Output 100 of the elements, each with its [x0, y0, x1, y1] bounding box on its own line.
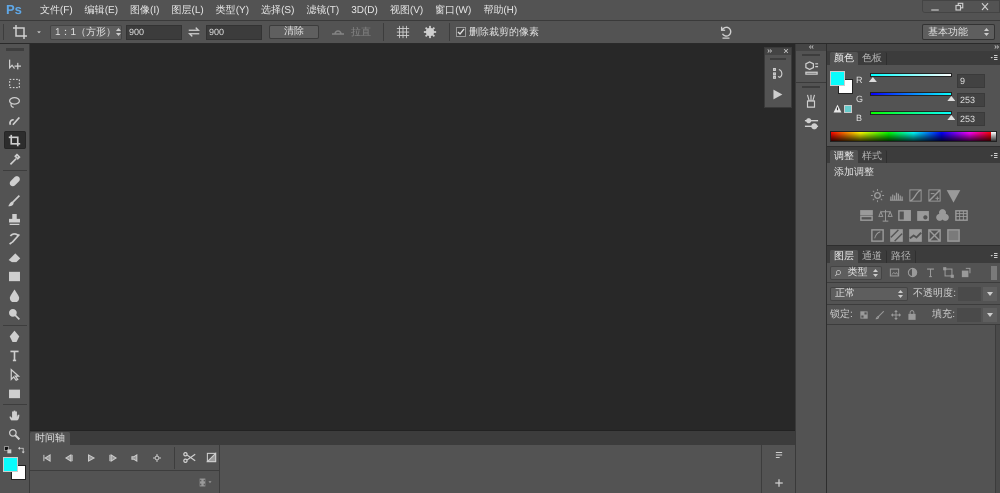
menu-item[interactable]: 类型(Y) — [210, 2, 256, 18]
cross-square-icon[interactable] — [927, 228, 942, 243]
menu-item[interactable]: 文件(F) — [34, 2, 79, 18]
panel-tab[interactable]: 颜色 — [830, 52, 858, 65]
dropdown-button[interactable] — [983, 308, 997, 322]
workspace-select[interactable]: 基本功能 — [922, 24, 995, 40]
scissors-icon[interactable] — [183, 451, 196, 464]
image-filter-icon[interactable] — [889, 267, 900, 278]
slider-thumb[interactable] — [868, 77, 877, 82]
balance-icon[interactable] — [878, 208, 892, 223]
smart-object-filter-icon[interactable] — [961, 267, 972, 278]
split-square-icon[interactable] — [896, 208, 912, 223]
panel-tab[interactable]: 通道 — [858, 250, 887, 263]
transition-icon[interactable] — [206, 452, 217, 463]
menu-item[interactable]: 帮助(H) — [477, 2, 524, 18]
invert-icon[interactable] — [870, 228, 885, 243]
dropdown-button[interactable] — [983, 286, 997, 300]
panel-tab[interactable]: 图层 — [830, 250, 858, 263]
camera-icon[interactable] — [916, 208, 930, 223]
tool-button[interactable] — [4, 131, 26, 149]
panel-tab[interactable]: 调整 — [830, 150, 858, 163]
filter-toggle[interactable] — [991, 266, 997, 280]
value-field[interactable]: 253 — [957, 92, 985, 106]
default-colors-icon[interactable] — [4, 446, 12, 455]
timeline-tab[interactable]: 时间轴 — [30, 432, 70, 445]
speaker-icon[interactable] — [130, 452, 140, 462]
menu-item[interactable]: 视图(V) — [384, 2, 430, 18]
sliders-icon[interactable] — [804, 116, 818, 131]
swap-colors-icon[interactable] — [16, 446, 26, 455]
menu-item[interactable]: 滤镜(T) — [300, 2, 346, 18]
panel-tab[interactable]: 路径 — [887, 250, 916, 263]
next-frame-icon[interactable] — [108, 452, 118, 462]
panel-menu-icon[interactable] — [989, 152, 999, 160]
play-icon[interactable] — [771, 88, 784, 101]
cube-list-icon[interactable] — [804, 61, 818, 76]
color-swatches[interactable] — [3, 457, 26, 480]
first-frame-icon[interactable] — [42, 452, 52, 462]
type-filter-icon[interactable] — [925, 267, 936, 278]
slider[interactable] — [870, 73, 952, 83]
menu-item[interactable]: 窗口(W) — [429, 2, 478, 18]
wave-icon[interactable] — [908, 228, 923, 243]
panel-menu-icon[interactable] — [989, 252, 999, 260]
brushes-icon[interactable] — [804, 94, 818, 108]
checkbox-label[interactable]: 删除裁剪的像素 — [469, 24, 539, 40]
preset-select[interactable]: 1：1（方形） — [50, 24, 122, 40]
menu-item[interactable]: 编辑(E) — [78, 2, 124, 18]
swap-icon[interactable] — [187, 25, 201, 39]
curve-icon[interactable] — [908, 188, 923, 203]
menu-item[interactable]: 图层(L) — [165, 2, 210, 18]
shape-filter-icon[interactable] — [943, 267, 954, 278]
menu-item[interactable]: 3D(D) — [345, 2, 384, 18]
checkbox[interactable] — [456, 27, 466, 37]
grid-table-icon[interactable] — [954, 208, 968, 223]
slider-thumb[interactable] — [947, 115, 956, 120]
height-field[interactable]: 900 — [206, 24, 262, 40]
caret-icon[interactable] — [207, 479, 213, 485]
close-icon[interactable] — [782, 48, 788, 54]
blend-mode-select[interactable]: 正常 — [830, 286, 908, 300]
move-lock-icon[interactable] — [890, 310, 901, 320]
previous-frame-icon[interactable] — [64, 452, 74, 462]
color-swatches[interactable] — [830, 71, 853, 94]
checker-lock-icon[interactable] — [858, 310, 869, 320]
adjustment-filter-icon[interactable] — [907, 267, 918, 278]
slider-thumb[interactable] — [947, 96, 956, 101]
reset-icon[interactable] — [719, 25, 733, 39]
panel-tab[interactable]: 色板 — [858, 52, 887, 65]
collapse-icon[interactable] — [808, 44, 814, 50]
channel-label: B — [856, 112, 864, 125]
value-field[interactable]: 253 — [957, 112, 985, 126]
sun-icon[interactable] — [870, 188, 885, 203]
expand-icon[interactable] — [994, 44, 1000, 50]
caret-icon — [987, 292, 994, 296]
web-safe-swatch[interactable] — [844, 104, 852, 112]
gradient-square-icon[interactable] — [946, 228, 961, 243]
panel-menu-icon[interactable] — [989, 54, 999, 62]
track-icon[interactable] — [774, 450, 784, 460]
circles-icon[interactable] — [934, 208, 950, 223]
play-icon[interactable] — [86, 452, 96, 462]
crop-icon[interactable] — [12, 24, 28, 40]
color-spectrum[interactable] — [830, 131, 997, 142]
panel-tab[interactable]: 样式 — [858, 150, 887, 163]
brush-lock-icon[interactable] — [874, 310, 885, 320]
slider[interactable] — [870, 92, 952, 102]
menu-item[interactable]: 图像(I) — [124, 2, 166, 18]
grid-icon[interactable] — [396, 25, 410, 39]
hue-bars-icon[interactable] — [858, 208, 874, 223]
value-field[interactable]: 9 — [957, 74, 985, 88]
film-icon[interactable] — [198, 478, 207, 486]
width-field[interactable]: 900 — [126, 24, 182, 40]
slider[interactable] — [870, 111, 952, 121]
menu-item[interactable]: 选择(S) — [255, 2, 300, 18]
clear-button[interactable]: 清除 — [269, 25, 319, 39]
filter-select[interactable]: 类型 — [830, 266, 882, 280]
padlock-icon[interactable] — [906, 310, 917, 320]
plus-icon[interactable] — [774, 478, 784, 488]
stripes-icon[interactable] — [889, 228, 904, 243]
history-icon[interactable] — [770, 66, 784, 80]
expand-icon[interactable] — [766, 48, 772, 54]
exposure-icon[interactable] — [927, 188, 942, 203]
triangle-icon[interactable] — [946, 188, 961, 203]
